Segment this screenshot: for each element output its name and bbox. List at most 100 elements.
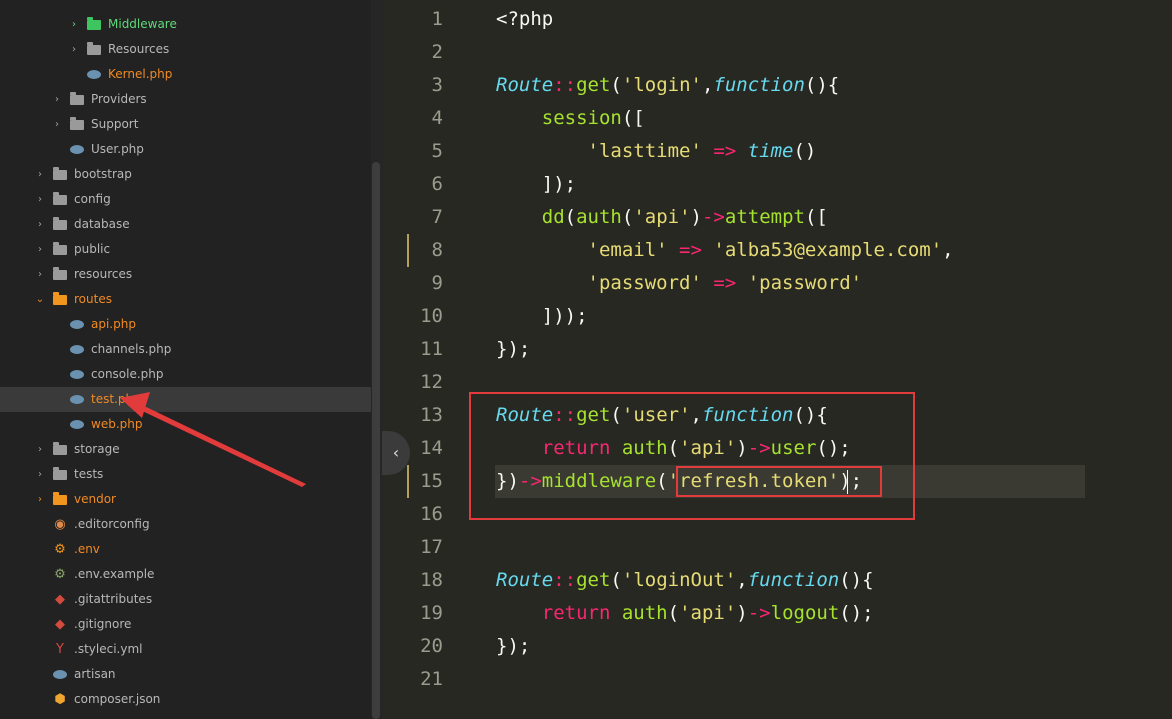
chevron-down-icon[interactable]: ⌄ [35, 287, 45, 312]
code-token: auth [621, 602, 668, 624]
sidebar-item-vendor[interactable]: › vendor [0, 487, 371, 512]
line-number: 9 [431, 272, 443, 294]
code-token: 'password' [747, 272, 863, 294]
sidebar-item-kernel-php[interactable]: Kernel.php [0, 62, 371, 87]
code-token: Route [496, 74, 554, 96]
code-line[interactable]: dd(auth('api')->attempt([ [496, 201, 828, 234]
sidebar-item-config[interactable]: › config [0, 187, 371, 212]
code-token: , [701, 74, 714, 96]
code-token: <?php [496, 8, 554, 30]
sidebar-item-composer-json[interactable]: ⬢ composer.json [0, 687, 371, 712]
sidebar-item-gitattributes[interactable]: ◆ .gitattributes [0, 587, 371, 612]
sidebar-item-user-php[interactable]: User.php [0, 137, 371, 162]
php-file-icon [69, 387, 85, 412]
code-line[interactable]: ])); [496, 300, 588, 333]
sidebar-item-api-php[interactable]: api.php [0, 312, 371, 337]
code-editor[interactable]: 1 2 3 4 5 6 7 8 9 10 11 12 13 14 15 16 17 18 19 20 21 <?php R… [383, 0, 1172, 719]
folder-icon [52, 212, 68, 237]
php-file-icon [86, 62, 102, 87]
code-line[interactable]: 'password' => 'password' [496, 267, 863, 300]
sidebar-item-artisan[interactable]: artisan [0, 662, 371, 687]
sidebar-item-public[interactable]: › public [0, 237, 371, 262]
code-line[interactable]: session([ [496, 102, 645, 135]
line-number: 11 [420, 338, 443, 360]
sidebar-item-styleci-yml[interactable]: Y .styleci.yml [0, 637, 371, 662]
sidebar-item-support[interactable]: › Support [0, 112, 371, 137]
file-tree-sidebar: › Middleware › Resources Kernel.php › Provider… [0, 0, 383, 719]
code-line[interactable]: Route::get('login',function(){ [496, 69, 839, 102]
chevron-right-icon[interactable]: › [35, 212, 45, 237]
line-number: 17 [420, 536, 443, 558]
code-token: ([ [621, 107, 645, 129]
sidebar-item-storage[interactable]: › storage [0, 437, 371, 462]
sidebar-item-label: composer.json [74, 692, 161, 706]
code-token: => [713, 140, 737, 162]
sidebar-item-label: Kernel.php [108, 67, 173, 81]
code-token: ) [736, 602, 748, 624]
code-line[interactable]: <?php [496, 3, 553, 36]
chevron-right-icon[interactable]: › [35, 162, 45, 187]
sidebar-item-gitignore[interactable]: ◆ .gitignore [0, 612, 371, 637]
sidebar-item-test-php[interactable]: test.php [0, 387, 371, 412]
sidebar-item-console-php[interactable]: console.php [0, 362, 371, 387]
sidebar-item-resources[interactable]: › resources [0, 262, 371, 287]
chevron-right-icon[interactable]: › [35, 462, 45, 487]
sidebar-item-label: artisan [74, 667, 116, 681]
chevron-right-icon[interactable]: › [69, 12, 79, 37]
chevron-right-icon[interactable]: › [35, 237, 45, 262]
chevron-right-icon[interactable]: › [69, 37, 79, 62]
code-line[interactable]: }); [496, 630, 530, 663]
code-token: 'alba53@example.com' [713, 239, 943, 261]
sidebar-item-web-php[interactable]: web.php [0, 412, 371, 437]
sidebar-item-channels-php[interactable]: channels.php [0, 337, 371, 362]
folder-icon [86, 12, 102, 37]
text-cursor [847, 470, 848, 494]
chevron-right-icon[interactable]: › [52, 112, 62, 137]
sidebar-item-label: .styleci.yml [74, 642, 143, 656]
sidebar-item-label: public [74, 242, 111, 256]
code-token: function [713, 74, 805, 96]
code-line[interactable]: 'lasttime' => time() [496, 135, 817, 168]
code-token: ) [690, 206, 702, 228]
code-token: ])); [496, 305, 588, 327]
sidebar-item-bootstrap[interactable]: › bootstrap [0, 162, 371, 187]
sidebar-item-middleware[interactable]: › Middleware [0, 12, 371, 37]
code-token: get [576, 74, 611, 96]
code-line[interactable]: 'email' => 'alba53@example.com', [496, 234, 954, 267]
code-line[interactable]: Route::get('loginOut',function(){ [496, 564, 874, 597]
code-token: () [793, 140, 817, 162]
chevron-right-icon[interactable]: › [35, 187, 45, 212]
sidebar-item-routes[interactable]: ⌄ routes [0, 287, 371, 312]
chevron-right-icon[interactable]: › [35, 487, 45, 512]
annotation-box-middleware [676, 466, 882, 497]
sidebar-scrollbar-thumb[interactable] [372, 162, 380, 719]
sidebar-item-env-example[interactable]: ⚙ .env.example [0, 562, 371, 587]
sidebar-item-env[interactable]: ⚙ .env [0, 537, 371, 562]
sidebar-item-label: .editorconfig [74, 517, 150, 531]
code-token: :: [553, 74, 577, 96]
code-token: 'password' [587, 272, 702, 294]
chevron-right-icon[interactable]: › [35, 437, 45, 462]
sidebar-item-label: console.php [91, 367, 164, 381]
sidebar-item-label: Middleware [108, 17, 177, 31]
sidebar-item-database[interactable]: › database [0, 212, 371, 237]
sidebar-item-editorconfig[interactable]: ◉ .editorconfig [0, 512, 371, 537]
code-line[interactable]: ]); [496, 168, 576, 201]
chevron-right-icon[interactable]: › [52, 87, 62, 112]
sidebar-item-label: storage [74, 442, 120, 456]
line-number: 3 [431, 74, 443, 96]
line-number: 6 [431, 173, 443, 195]
sidebar-item-tests[interactable]: › tests [0, 462, 371, 487]
sidebar-item-label: database [74, 217, 130, 231]
line-number: 18 [420, 569, 443, 591]
code-token: }); [496, 338, 531, 360]
chevron-right-icon[interactable]: › [35, 262, 45, 287]
code-token: 'loginOut' [621, 569, 737, 591]
code-line[interactable]: }); [496, 333, 530, 366]
line-number: 12 [420, 371, 443, 393]
sidebar-item-providers[interactable]: › Providers [0, 87, 371, 112]
code-line[interactable]: return auth('api')->logout(); [496, 597, 874, 630]
sidebar-item-resources[interactable]: › Resources [0, 37, 371, 62]
